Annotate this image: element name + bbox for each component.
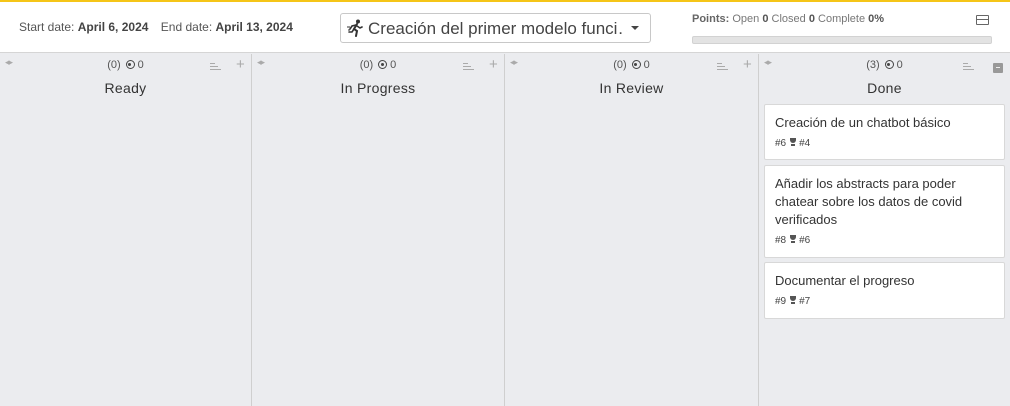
- add-card-icon[interactable]: +: [743, 57, 752, 72]
- card-meta: #8 #6: [775, 235, 810, 246]
- card-milestone-number[interactable]: #6: [799, 235, 810, 246]
- card-title[interactable]: Documentar el progreso: [775, 272, 997, 290]
- column-count: (3): [866, 59, 880, 71]
- column-points: 0: [137, 59, 144, 71]
- points-progress-bar: [692, 36, 992, 44]
- sort-icon[interactable]: [463, 63, 474, 71]
- column-in-progress: ◂▸ (0) 0 + In Progress: [252, 54, 505, 406]
- column-count: (0): [107, 59, 121, 71]
- running-person-icon: [347, 19, 363, 37]
- points-open-label: Open: [732, 13, 760, 25]
- chevron-down-icon: [631, 26, 639, 30]
- sort-icon[interactable]: [210, 63, 221, 71]
- column-count: (0): [359, 59, 374, 71]
- card-meta: #9 #7: [775, 296, 810, 307]
- milestone-select-value: Creación del primer modelo funci…: [368, 19, 623, 38]
- column-title: In Progress: [340, 80, 416, 96]
- card-milestone-number[interactable]: #4: [799, 138, 810, 149]
- start-date-value: April 6, 2024: [77, 20, 149, 34]
- add-card-icon[interactable]: +: [236, 57, 245, 72]
- column-ready: ◂▸ (0) 0 + Ready: [0, 54, 252, 406]
- card-meta: #6 #4: [775, 138, 810, 149]
- archive-icon[interactable]: [993, 63, 1003, 73]
- card-title[interactable]: Añadir los abstracts para poder chatear …: [775, 175, 997, 229]
- points-open-value: 0: [762, 13, 769, 25]
- points-complete-label: Complete: [818, 13, 866, 25]
- column-title: Ready: [104, 80, 147, 96]
- points-summary: Points: Open 0 Closed 0 Complete 0%: [692, 13, 884, 25]
- column-done: ◂▸ (3) 0 Done Creación de un chatbot bási…: [759, 54, 1010, 406]
- trophy-icon: [789, 296, 797, 305]
- start-date-label: Start date:: [19, 20, 75, 34]
- issue-card[interactable]: Añadir los abstracts para poder chatear …: [764, 165, 1005, 258]
- sort-icon[interactable]: [963, 63, 974, 71]
- column-points: 0: [643, 59, 650, 71]
- trophy-icon: [789, 138, 797, 147]
- points-closed-value: 0: [808, 13, 815, 25]
- milestone-select[interactable]: Creación del primer modelo funci…: [340, 13, 651, 43]
- points-complete-value: 0%: [868, 13, 885, 25]
- end-date-value: April 13, 2024: [215, 20, 293, 34]
- column-count: (0): [613, 59, 627, 71]
- card-milestone-number[interactable]: #7: [799, 296, 810, 307]
- trophy-icon: [789, 235, 797, 244]
- board-header: Start date: April 6, 2024 End date: Apri…: [0, 2, 1010, 53]
- points-closed-label: Closed: [771, 13, 806, 25]
- card-title[interactable]: Creación de un chatbot básico: [775, 114, 997, 132]
- target-icon: [378, 60, 388, 69]
- target-icon: [884, 60, 894, 69]
- column-points: 0: [390, 59, 397, 71]
- add-card-icon[interactable]: +: [489, 57, 498, 72]
- issue-card[interactable]: Creación de un chatbot básico #6 #4: [764, 104, 1005, 160]
- layout-toggle-icon[interactable]: [976, 15, 989, 25]
- card-issue-number[interactable]: #9: [775, 296, 786, 307]
- card-issue-number[interactable]: #6: [775, 138, 786, 149]
- column-title: In Review: [599, 80, 664, 96]
- card-issue-number[interactable]: #8: [775, 235, 786, 246]
- sprint-dates: Start date: April 6, 2024 End date: Apri…: [19, 20, 293, 34]
- target-icon: [125, 60, 135, 69]
- sort-icon[interactable]: [717, 63, 728, 71]
- column-points: 0: [896, 59, 903, 71]
- column-in-review: ◂▸ (0) 0 + In Review: [505, 54, 759, 406]
- points-label: Points:: [692, 13, 730, 25]
- column-title: Done: [867, 80, 902, 96]
- kanban-board: ◂▸ (0) 0 + Ready ◂▸ (0) 0 + In Progress ◂▸…: [0, 54, 1010, 406]
- end-date-label: End date:: [160, 20, 213, 34]
- target-icon: [631, 60, 641, 69]
- issue-card[interactable]: Documentar el progreso #9 #7: [764, 262, 1005, 319]
